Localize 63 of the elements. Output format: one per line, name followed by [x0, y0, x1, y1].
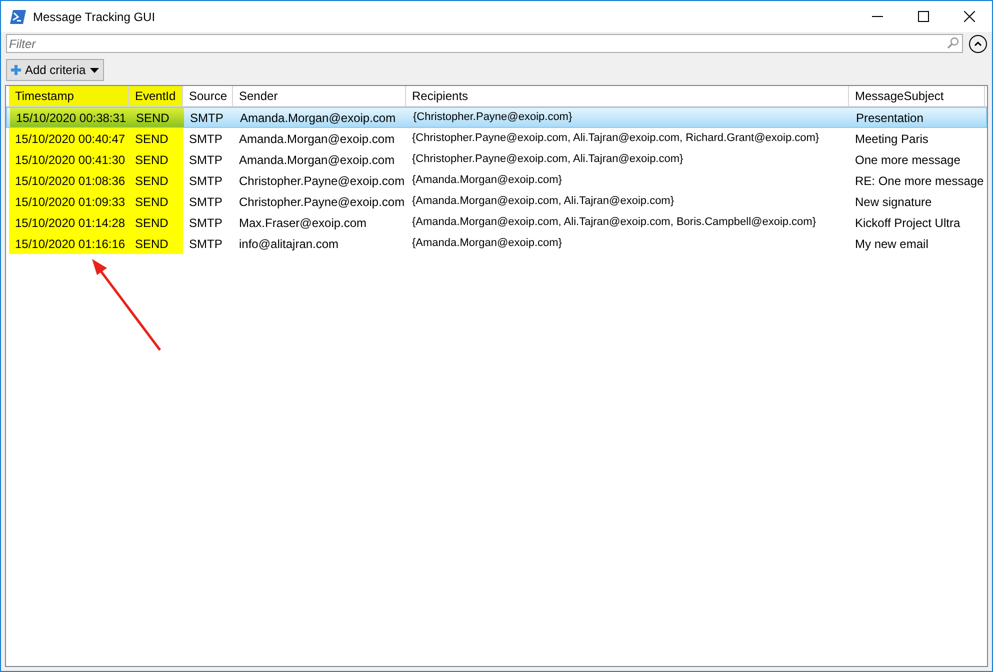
- maximize-icon: [918, 11, 928, 22]
- close-icon: [964, 11, 974, 22]
- table-cell-text: SMTP: [188, 152, 224, 168]
- table-cell-text: One more message: [854, 152, 962, 168]
- table-cell: 15/10/2020 01:08:36: [9, 170, 129, 191]
- column-header[interactable]: Timestamp: [9, 86, 129, 106]
- table-cell: 15/10/2020 01:16:16: [9, 233, 129, 254]
- minimize-icon: [872, 16, 882, 17]
- table-cell-text: Meeting Paris: [854, 130, 930, 148]
- table-cell-text: info@alitajran.com: [238, 236, 340, 252]
- table-cell-text: RE: One more message: [854, 172, 985, 190]
- table-row[interactable]: 15/10/2020 01:14:28 SEND SMTP Max.Fraser@exoip.com {Amanda.Morgan@exoip.com, Ali.Tajran@exoip.com, Boris.Campbell@exoip.com} Kickoff Project Ultra: [6, 212, 987, 233]
- table-cell-text: SMTP: [188, 172, 224, 190]
- table-cell: SEND: [129, 233, 183, 254]
- table-cell-text: {Christopher.Payne@exoip.com, Ali.Tajran@exoip.com}: [411, 152, 684, 168]
- terminal-icon: [10, 10, 26, 24]
- table-cell: SEND: [129, 128, 183, 149]
- table-row[interactable]: 15/10/2020 00:40:47 SEND SMTP Amanda.Morgan@exoip.com {Christopher.Payne@exoip.com, Ali.Tajran@exoip.com, Richard.Grant@exoip.com} Meeting Paris: [6, 128, 987, 149]
- table-cell-text: {Amanda.Morgan@exoip.com, Ali.Tajran@exoip.com}: [411, 194, 676, 210]
- table-cell-text: Christopher.Payne@exoip.com: [238, 172, 406, 190]
- column-header[interactable]: EventId: [129, 86, 183, 106]
- collapse-button[interactable]: [969, 34, 987, 52]
- table-row[interactable]: 15/10/2020 01:08:36 SEND SMTP Christopher.Payne@exoip.com {Amanda.Morgan@exoip.com} RE: One more message: [6, 170, 987, 191]
- table-cell: SEND: [129, 170, 183, 191]
- table-cell-text: SMTP: [188, 236, 224, 252]
- table-cell-text: Max.Fraser@exoip.com: [238, 214, 368, 232]
- table-row[interactable]: 15/10/2020 01:09:33 SEND SMTP Christopher.Payne@exoip.com {Amanda.Morgan@exoip.com, Ali.Tajran@exoip.com} New signature: [6, 191, 987, 212]
- table-cell-text: Amanda.Morgan@exoip.com: [238, 152, 396, 168]
- table-cell-text: Kickoff Project Ultra: [854, 214, 962, 232]
- table-cell: SEND: [129, 191, 183, 212]
- table-cell-text: {Christopher.Payne@exoip.com, Ali.Tajran@exoip.com, Richard.Grant@exoip.com}: [411, 131, 820, 146]
- table-cell-text: Amanda.Morgan@exoip.com: [238, 130, 396, 148]
- filter-field[interactable]: Filter: [6, 34, 963, 53]
- add-criteria-button[interactable]: Add criteria: [6, 59, 104, 81]
- table-cell-text: SMTP: [188, 214, 224, 232]
- table-cell-text: SMTP: [188, 194, 224, 210]
- table-cell-text: {Amanda.Morgan@exoip.com, Ali.Tajran@exoip.com, Boris.Campbell@exoip.com}: [411, 215, 818, 230]
- table-cell: 15/10/2020 00:41:30: [9, 149, 129, 170]
- table-row[interactable]: 15/10/2020 00:38:31 SEND SMTP Amanda.Morgan@exoip.com {Christopher.Payne@exoip.com} Presentation: [6, 107, 987, 128]
- table-cell-text: SMTP: [189, 110, 224, 126]
- table-cell-text: Presentation: [855, 110, 924, 126]
- table-row[interactable]: 15/10/2020 00:41:30 SEND SMTP Amanda.Morgan@exoip.com {Christopher.Payne@exoip.com, Ali.Tajran@exoip.com} One more message: [6, 149, 987, 170]
- search-icon: [947, 37, 959, 49]
- window-title: Message Tracking GUI: [33, 8, 156, 26]
- table-cell-text: My new email: [854, 236, 930, 252]
- table-cell: SEND: [130, 108, 184, 127]
- table-cell-text: {Christopher.Payne@exoip.com}: [412, 110, 574, 126]
- table-cell: 15/10/2020 01:09:33: [9, 191, 129, 212]
- chevron-up-icon: [974, 41, 982, 46]
- table-cell-text: {Amanda.Morgan@exoip.com}: [411, 173, 563, 188]
- table-cell: SEND: [129, 212, 183, 233]
- table-cell-text: Christopher.Payne@exoip.com: [238, 194, 406, 210]
- table-cell: 15/10/2020 00:38:31: [10, 108, 130, 127]
- table-cell-text: {Amanda.Morgan@exoip.com}: [411, 236, 563, 252]
- table-cell: SEND: [129, 149, 183, 170]
- plus-icon: [11, 65, 21, 75]
- table-cell-text: New signature: [854, 194, 933, 210]
- table-cell-text: Amanda.Morgan@exoip.com: [239, 110, 397, 126]
- table-row[interactable]: 15/10/2020 01:16:16 SEND SMTP info@alitajran.com {Amanda.Morgan@exoip.com} My new email: [6, 233, 987, 254]
- table-cell-text: SMTP: [188, 130, 224, 148]
- dropdown-caret-icon: [90, 68, 99, 72]
- table-cell: 15/10/2020 01:14:28: [9, 212, 129, 233]
- table-cell: 15/10/2020 00:40:47: [9, 128, 129, 149]
